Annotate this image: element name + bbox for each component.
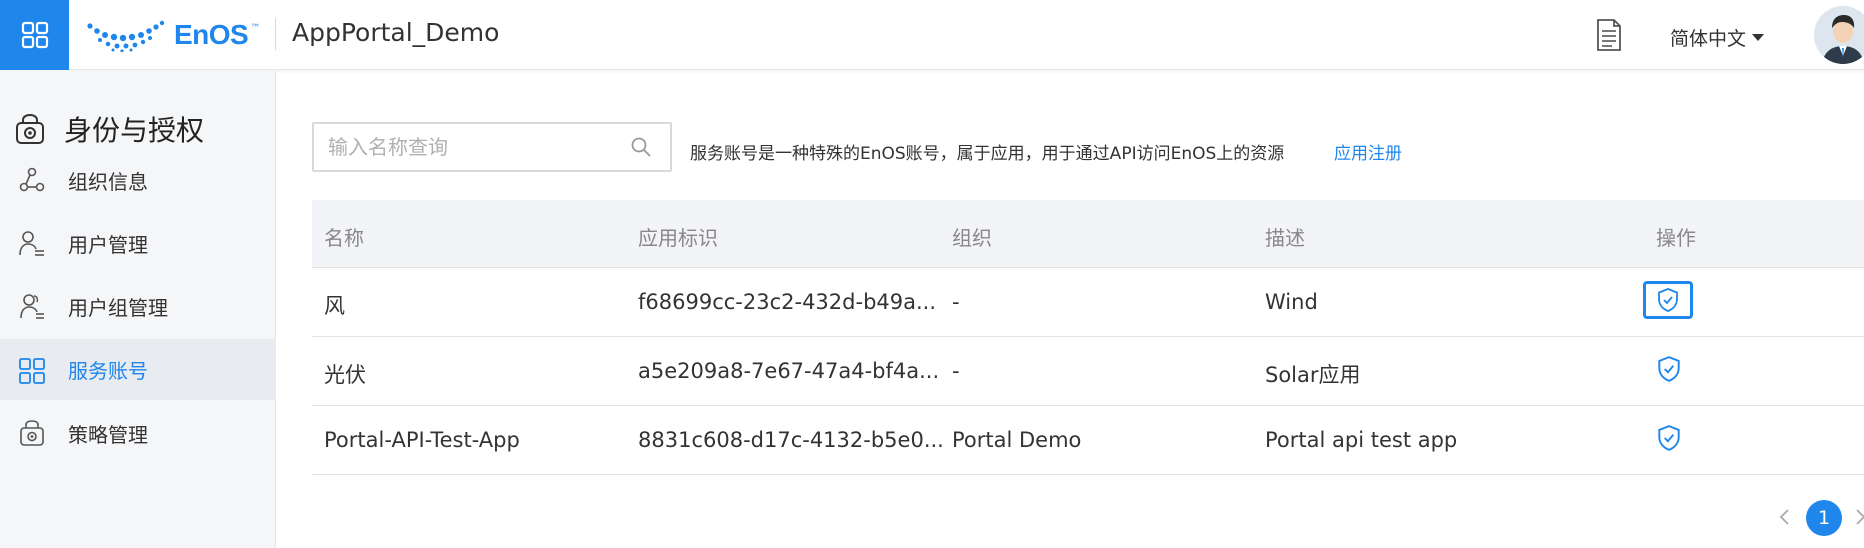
table-row: Portal-API-Test-App 8831c608-d17c-4132-b… bbox=[312, 406, 1864, 475]
search-input[interactable] bbox=[328, 124, 628, 170]
lock-camera-icon bbox=[16, 113, 44, 144]
cell-name: Portal-API-Test-App bbox=[324, 428, 520, 452]
caret-down-icon bbox=[1752, 34, 1765, 41]
sidebar-item-service-account[interactable]: 服务账号 bbox=[0, 339, 276, 400]
search-box bbox=[312, 122, 672, 172]
app-menu-button[interactable] bbox=[0, 0, 69, 70]
column-header-description: 描述 bbox=[1265, 226, 1305, 250]
shield-check-icon[interactable] bbox=[1655, 355, 1683, 383]
table-row: 光伏 a5e209a8-7e67-47a4-bf4a... - Solar应用 bbox=[312, 337, 1864, 406]
policy-icon bbox=[20, 420, 44, 446]
sidebar-item-label: 用户管理 bbox=[68, 232, 148, 257]
sidebar-title: 身份与授权 bbox=[14, 109, 204, 149]
shield-check-icon[interactable] bbox=[1655, 424, 1683, 452]
service-account-description: 服务账号是一种特殊的EnOS账号，属于应用，用于通过API访问EnOS上的资源 bbox=[690, 144, 1285, 164]
cell-org: Portal Demo bbox=[952, 428, 1082, 452]
logo-text: EnOS bbox=[174, 19, 249, 50]
cell-app-id: 8831c608-d17c-4132-b5e0... bbox=[638, 428, 944, 452]
language-selector[interactable]: 简体中文 bbox=[1670, 24, 1765, 51]
chevron-left-icon[interactable] bbox=[1778, 506, 1792, 528]
sidebar: 身份与授权 组织信息 用户管理 用户组管理 服务账号 策略管理 bbox=[0, 71, 276, 548]
chevron-right-icon[interactable] bbox=[1854, 506, 1864, 528]
shield-check-icon bbox=[1658, 288, 1678, 312]
user-icon bbox=[19, 231, 44, 256]
enos-logo[interactable]: EnOS ™ bbox=[86, 16, 260, 54]
avatar-icon bbox=[1814, 6, 1864, 64]
language-label: 简体中文 bbox=[1670, 28, 1747, 50]
cell-name: 风 bbox=[324, 294, 345, 318]
sidebar-item-label: 用户组管理 bbox=[68, 295, 168, 320]
search-icon[interactable] bbox=[630, 136, 652, 158]
table-header: 名称 应用标识 组织 描述 操作 bbox=[312, 200, 1864, 268]
grid-icon bbox=[21, 21, 48, 49]
document-icon[interactable] bbox=[1594, 18, 1624, 52]
logo-trademark: ™ bbox=[250, 22, 261, 34]
top-header: EnOS ™ AppPortal_Demo 简体中文 bbox=[0, 0, 1864, 70]
sidebar-item-label: 组织信息 bbox=[68, 169, 148, 194]
user-avatar[interactable] bbox=[1814, 6, 1864, 64]
pagination-page-1[interactable]: 1 bbox=[1806, 500, 1842, 536]
sidebar-item-user-management[interactable]: 用户管理 bbox=[0, 207, 276, 279]
org-icon bbox=[19, 167, 45, 192]
enos-dots-icon bbox=[87, 20, 165, 52]
app-title: AppPortal_Demo bbox=[292, 18, 500, 47]
cell-description: Wind bbox=[1265, 290, 1318, 314]
cell-app-id: f68699cc-23c2-432d-b49a... bbox=[638, 290, 937, 314]
cell-name: 光伏 bbox=[324, 363, 366, 387]
authorize-button[interactable] bbox=[1643, 281, 1693, 319]
user-group-icon bbox=[20, 294, 44, 319]
app-register-link[interactable]: 应用注册 bbox=[1334, 139, 1402, 164]
table-row: 风 f68699cc-23c2-432d-b49a... - Wind bbox=[312, 268, 1864, 337]
sidebar-item-label: 服务账号 bbox=[68, 359, 148, 383]
sidebar-item-org-info[interactable]: 组织信息 bbox=[0, 144, 276, 216]
sidebar-item-policy-management[interactable]: 策略管理 bbox=[0, 397, 276, 469]
cell-org: - bbox=[952, 290, 960, 314]
cell-description: Solar应用 bbox=[1265, 363, 1361, 387]
sidebar-item-user-group-management[interactable]: 用户组管理 bbox=[0, 270, 276, 342]
sidebar-title-text: 身份与授权 bbox=[64, 114, 205, 147]
sidebar-item-label: 策略管理 bbox=[68, 422, 148, 447]
column-header-name: 名称 bbox=[324, 226, 364, 250]
header-divider bbox=[275, 18, 276, 50]
service-account-icon bbox=[19, 358, 45, 384]
cell-description: Portal api test app bbox=[1265, 428, 1458, 452]
column-header-actions: 操作 bbox=[1656, 226, 1696, 250]
cell-app-id: a5e209a8-7e67-47a4-bf4a... bbox=[638, 359, 940, 383]
column-header-org: 组织 bbox=[952, 226, 992, 250]
column-header-app-id: 应用标识 bbox=[638, 226, 718, 250]
cell-org: - bbox=[952, 359, 960, 383]
